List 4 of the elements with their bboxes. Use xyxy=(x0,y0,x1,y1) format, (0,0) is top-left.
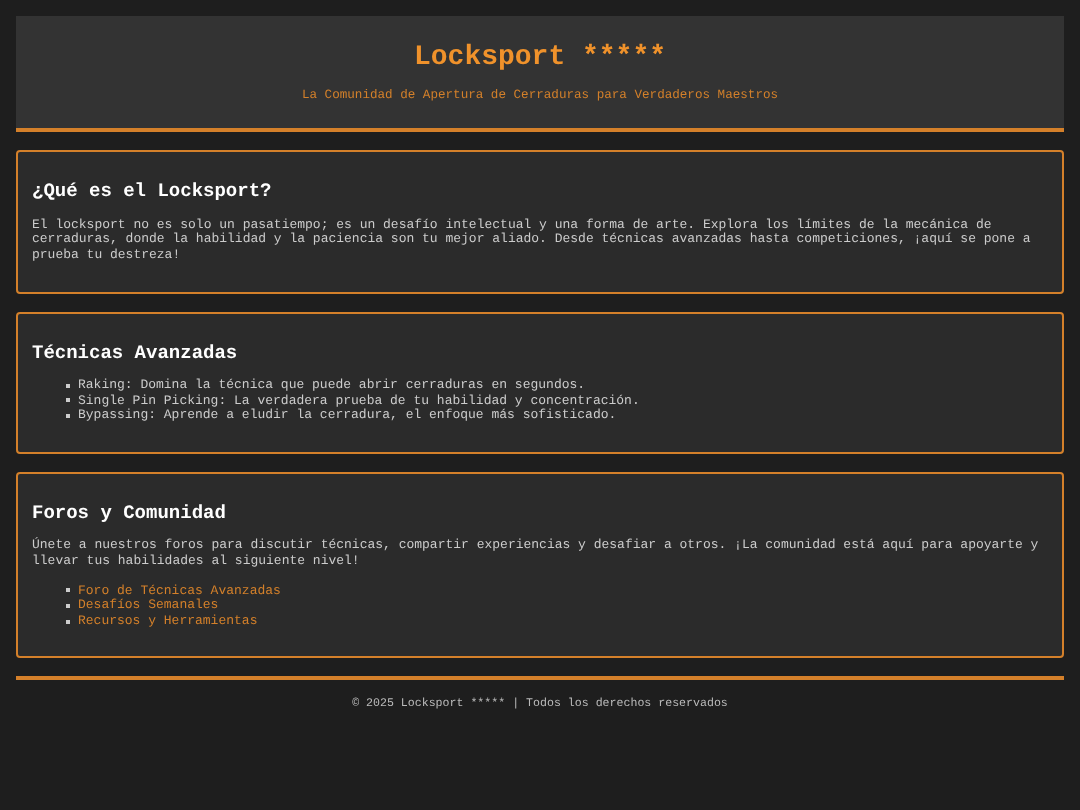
site-title: Locksport ***** xyxy=(413,44,667,72)
section-heading: Técnicas Avanzadas xyxy=(32,343,240,363)
section-heading: ¿Qué es el Locksport? xyxy=(32,182,274,202)
section-heading: Foros y Comunidad xyxy=(32,503,228,523)
